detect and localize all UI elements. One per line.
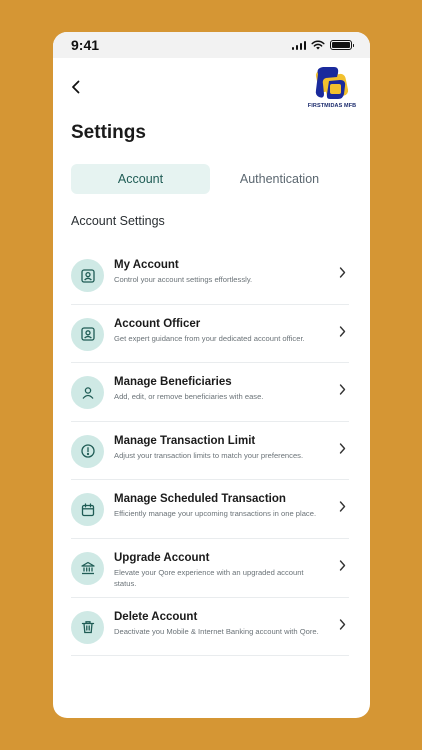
trash-icon <box>71 610 104 644</box>
settings-item-upgrade-account[interactable]: Upgrade Account Elevate your Qore experi… <box>71 539 349 598</box>
id-card-icon <box>71 317 104 351</box>
settings-item-my-account[interactable]: My Account Control your account settings… <box>71 246 349 305</box>
tab-authentication[interactable]: Authentication <box>210 164 349 194</box>
item-description: Efficiently manage your upcoming transac… <box>114 509 317 519</box>
item-description: Control your account settings effortless… <box>114 275 253 284</box>
settings-item-account-officer[interactable]: Account Officer Get expert guidance from… <box>71 305 349 364</box>
chevron-right-icon <box>335 384 349 395</box>
person-icon <box>71 376 104 410</box>
chevron-right-icon <box>335 560 349 571</box>
item-description: Deactivate you Mobile & Internet Banking… <box>114 626 319 636</box>
item-description: Get expert guidance from your dedicated … <box>114 333 305 343</box>
status-icons <box>291 40 354 50</box>
top-bar: FIRSTMIDAS MFB <box>53 58 370 120</box>
brand-logo: FIRSTMIDAS MFB <box>307 64 357 114</box>
item-title: Upgrade Account <box>114 551 210 564</box>
item-title: Account Officer <box>114 317 201 330</box>
logo-text: FIRSTMIDAS MFB <box>307 103 357 109</box>
settings-item-scheduled-transaction[interactable]: Manage Scheduled Transaction Efficiently… <box>71 480 349 539</box>
calendar-icon <box>71 493 104 527</box>
item-title: Manage Beneficiaries <box>114 376 232 389</box>
page-title: Settings <box>71 122 146 143</box>
settings-item-transaction-limit[interactable]: Manage Transaction Limit Adjust your tra… <box>71 422 349 481</box>
status-time: 9:41 <box>71 37 100 53</box>
user-card-icon <box>71 259 104 292</box>
chevron-right-icon <box>335 267 349 278</box>
chevron-left-icon <box>72 80 80 94</box>
wifi-icon <box>311 40 325 50</box>
item-description: Adjust your transaction limits to match … <box>114 450 304 460</box>
logo-mark-icon <box>315 67 349 99</box>
settings-list: My Account Control your account settings… <box>71 246 349 657</box>
status-bar: 9:41 <box>53 32 370 58</box>
alert-circle-icon <box>71 434 104 468</box>
settings-item-manage-beneficiaries[interactable]: Manage Beneficiaries Add, edit, or remov… <box>71 363 349 422</box>
back-button[interactable] <box>65 76 87 98</box>
item-title: Manage Scheduled Transaction <box>114 493 286 506</box>
settings-tabs: Account Authentication <box>71 164 349 194</box>
item-title: Manage Transaction Limit <box>114 434 256 447</box>
chevron-right-icon <box>335 325 349 337</box>
item-title: My Account <box>114 259 179 271</box>
tab-account[interactable]: Account <box>71 164 210 194</box>
bank-icon <box>71 551 104 585</box>
settings-item-delete-account[interactable]: Delete Account Deactivate you Mobile & I… <box>71 598 349 657</box>
phone-screen: 9:41 FIRSTMIDAS MFB Settings Account Aut… <box>53 32 370 718</box>
item-description: Elevate your Qore experience with an upg… <box>114 567 304 588</box>
chevron-right-icon <box>335 501 349 513</box>
signal-icon <box>291 40 306 50</box>
chevron-right-icon <box>335 443 349 454</box>
chevron-right-icon <box>335 618 349 630</box>
section-title: Account Settings <box>71 214 165 228</box>
item-title: Delete Account <box>114 610 198 623</box>
item-description: Add, edit, or remove beneficiaries with … <box>114 392 264 402</box>
battery-icon <box>330 40 354 50</box>
